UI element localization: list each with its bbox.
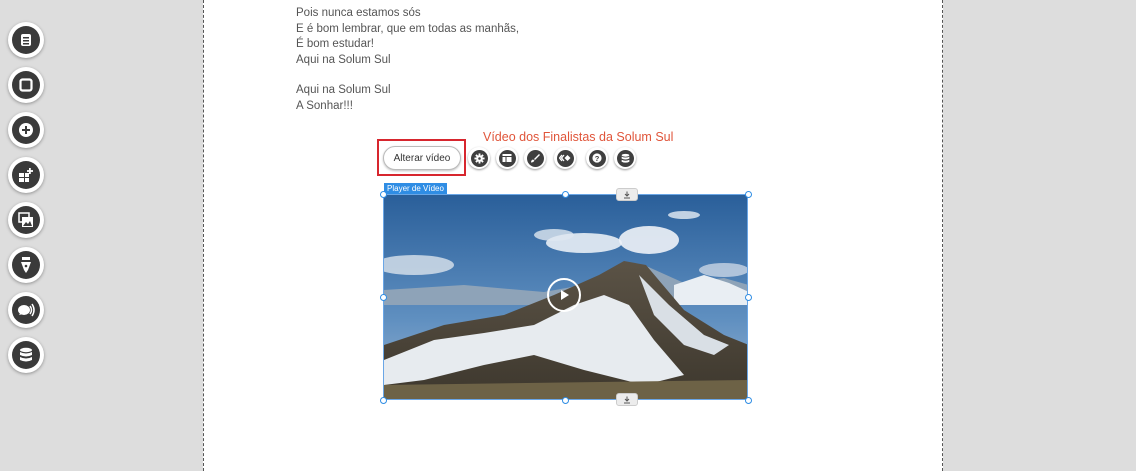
plus-circle-icon	[12, 116, 40, 144]
square-icon	[12, 71, 40, 99]
style-button[interactable]	[524, 147, 546, 169]
move-down-button[interactable]	[616, 393, 638, 406]
lyrics-line: É bom estudar!	[296, 38, 374, 50]
settings-button[interactable]	[468, 147, 490, 169]
play-button[interactable]	[547, 278, 581, 312]
chat-audio-icon	[12, 296, 40, 324]
lyrics-line: A Sonhar!!!	[296, 99, 353, 112]
lyrics-line: Pois nunca estamos sós	[296, 7, 421, 19]
layout-button[interactable]	[496, 147, 518, 169]
move-up-button[interactable]	[616, 188, 638, 201]
layout-icon	[498, 149, 516, 167]
left-toolbar-panel	[0, 0, 203, 471]
lyrics-line: Aqui na Solum Sul	[296, 53, 391, 66]
help-button[interactable]: ?	[586, 147, 608, 169]
resize-handle-top[interactable]	[562, 191, 569, 198]
resize-handle-top-right[interactable]	[745, 191, 752, 198]
add-element-button[interactable]	[8, 112, 44, 148]
add-widget-icon	[12, 161, 40, 189]
right-margin-panel	[943, 0, 1136, 471]
database-icon	[616, 149, 634, 167]
code-icon	[556, 149, 574, 167]
comments-button[interactable]	[8, 292, 44, 328]
resize-handle-bottom-left[interactable]	[380, 397, 387, 404]
svg-text:?: ?	[595, 154, 600, 163]
brush-icon	[526, 149, 544, 167]
gallery-button[interactable]	[8, 202, 44, 238]
design-pen-button[interactable]	[8, 247, 44, 283]
pen-nib-icon	[12, 251, 40, 279]
box-tool-button[interactable]	[8, 67, 44, 103]
database-button[interactable]	[8, 337, 44, 373]
gear-icon	[470, 149, 488, 167]
lyrics-line: Aqui na Solum Sul	[296, 84, 391, 96]
document-icon	[12, 26, 40, 54]
change-video-button[interactable]: Alterar vídeo	[383, 146, 461, 170]
download-arrow-icon	[624, 396, 630, 403]
database-icon	[12, 341, 40, 369]
resize-handle-top-left[interactable]	[380, 191, 387, 198]
widgets-button[interactable]	[8, 157, 44, 193]
download-arrow-icon	[624, 191, 630, 198]
play-icon	[561, 290, 569, 300]
animation-button[interactable]	[554, 147, 576, 169]
resize-handle-bottom[interactable]	[562, 397, 569, 404]
lyrics-text: Pois nunca estamos sós E é bom lembrar, …	[296, 6, 519, 114]
data-button[interactable]	[614, 147, 636, 169]
lyrics-line: E é bom lembrar, que em todas as manhãs,	[296, 22, 520, 35]
resize-handle-left[interactable]	[380, 294, 387, 301]
resize-handle-right[interactable]	[745, 294, 752, 301]
help-icon: ?	[588, 149, 606, 167]
video-title: Vídeo dos Finalistas da Solum Sul	[483, 130, 674, 144]
resize-handle-bottom-right[interactable]	[745, 397, 752, 404]
document-tool-button[interactable]	[8, 22, 44, 58]
gallery-icon	[12, 206, 40, 234]
